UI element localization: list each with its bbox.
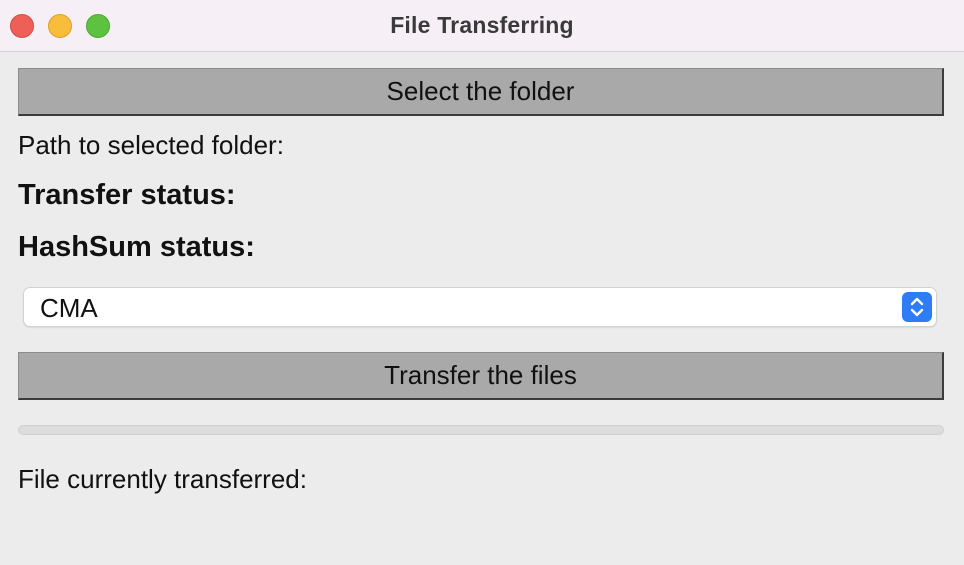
destination-dropdown[interactable]: CMA bbox=[23, 287, 937, 327]
path-label: Path to selected folder: bbox=[18, 130, 284, 160]
window-title: File Transferring bbox=[390, 12, 574, 38]
app-window: File Transferring Select the folder Path… bbox=[0, 0, 964, 565]
select-folder-button[interactable]: Select the folder bbox=[18, 68, 944, 116]
title-bar: File Transferring bbox=[0, 0, 964, 52]
hashsum-status-label: HashSum status: bbox=[18, 231, 255, 263]
chevron-up-down-icon[interactable] bbox=[902, 292, 932, 322]
transfer-files-button[interactable]: Transfer the files bbox=[18, 352, 944, 400]
main-panel: Select the folder Path to selected folde… bbox=[0, 53, 964, 565]
dropdown-selected-value: CMA bbox=[40, 293, 98, 323]
transfer-progress-bar bbox=[18, 425, 944, 435]
current-file-label: File currently transferred: bbox=[18, 464, 307, 494]
transfer-status-label: Transfer status: bbox=[18, 179, 236, 211]
